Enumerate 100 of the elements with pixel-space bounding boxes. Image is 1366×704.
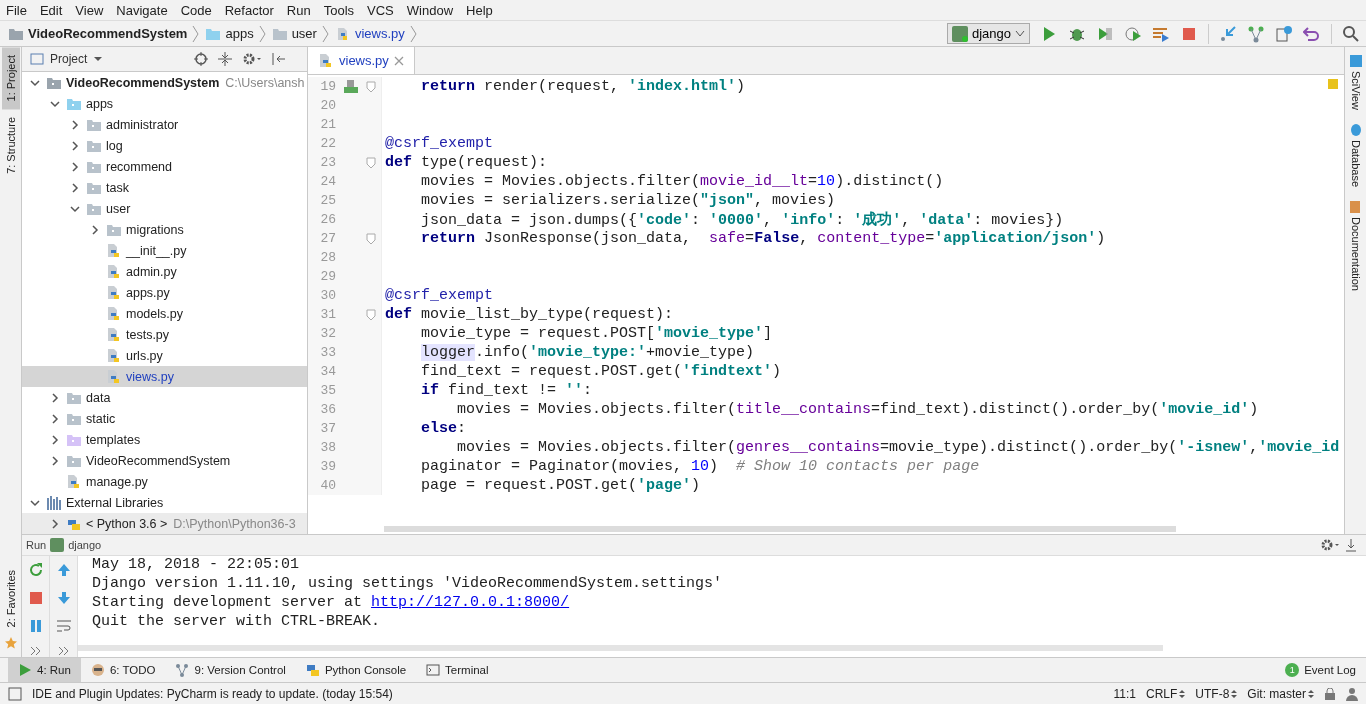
editor-tab[interactable]: views.py bbox=[308, 47, 415, 74]
breadcrumb-item[interactable]: views.py bbox=[334, 25, 405, 42]
menu-item[interactable]: Tools bbox=[323, 2, 355, 18]
profile-icon[interactable] bbox=[1124, 24, 1142, 43]
menu-item[interactable]: File bbox=[6, 2, 27, 18]
tree-item[interactable]: recommend bbox=[22, 156, 307, 177]
tool-window-tab[interactable]: Database bbox=[1349, 123, 1362, 188]
tree-item[interactable]: user bbox=[22, 198, 307, 219]
close-icon[interactable] bbox=[393, 55, 404, 66]
chevron-icon[interactable] bbox=[70, 140, 80, 151]
menu-item[interactable]: Refactor bbox=[224, 2, 274, 18]
tree-item[interactable]: static bbox=[22, 408, 307, 429]
menu-item[interactable]: Window bbox=[406, 2, 454, 18]
chevron-icon[interactable] bbox=[70, 203, 80, 214]
tree-item[interactable]: templates bbox=[22, 429, 307, 450]
tool-window-tab[interactable]: SciView bbox=[1349, 55, 1362, 110]
more-icon[interactable] bbox=[57, 646, 70, 656]
tool-window-tab[interactable]: 7: Structure bbox=[1, 109, 20, 183]
chevron-icon[interactable] bbox=[50, 98, 60, 109]
chevron-icon[interactable] bbox=[70, 161, 80, 172]
fold-marker-icon[interactable] bbox=[366, 232, 376, 245]
tree-item[interactable]: __init__.py bbox=[22, 240, 307, 261]
fold-marker-icon[interactable] bbox=[366, 80, 376, 93]
tree-item[interactable]: apps.py bbox=[22, 282, 307, 303]
fold-marker-icon[interactable] bbox=[366, 308, 376, 321]
chevron-icon[interactable] bbox=[30, 77, 40, 88]
tree-item[interactable]: < Python 3.6 > D:\Python\Python36-3 bbox=[22, 513, 307, 534]
line-separator-selector[interactable]: CRLF bbox=[1145, 686, 1186, 701]
run-configuration-dropdown[interactable]: django bbox=[946, 23, 1030, 44]
soft-wrap-icon[interactable] bbox=[55, 618, 72, 634]
chevron-icon[interactable] bbox=[50, 455, 60, 466]
down-arrow-icon[interactable] bbox=[55, 590, 72, 606]
tool-window-tab[interactable]: 2: Favorites bbox=[1, 561, 20, 635]
tree-item[interactable]: VideoRecommendSystem C:\Users\ansh bbox=[22, 72, 307, 93]
vcs-branch-selector[interactable]: Git: master bbox=[1247, 686, 1314, 701]
tree-item[interactable]: administrator bbox=[22, 114, 307, 135]
scrollbar[interactable] bbox=[78, 645, 1163, 651]
tree-item[interactable]: migrations bbox=[22, 219, 307, 240]
locate-icon[interactable] bbox=[194, 52, 208, 66]
tool-window-tab[interactable]: Terminal bbox=[416, 658, 499, 682]
tool-window-tab[interactable]: 4: Run bbox=[8, 658, 81, 682]
chevron-icon[interactable] bbox=[90, 224, 100, 235]
breadcrumb-item[interactable]: VideoRecommendSystem bbox=[8, 26, 188, 41]
tool-window-tab[interactable]: Python Console bbox=[295, 658, 417, 682]
menu-item[interactable]: Help bbox=[466, 2, 493, 18]
lock-icon[interactable] bbox=[1324, 687, 1336, 700]
panel-toggle-icon[interactable] bbox=[8, 686, 22, 701]
menu-item[interactable]: Run bbox=[286, 2, 311, 18]
tree-item[interactable]: views.py bbox=[22, 366, 307, 387]
chevron-icon[interactable] bbox=[50, 518, 60, 529]
settings-icon[interactable] bbox=[1320, 538, 1340, 552]
stop-icon[interactable] bbox=[27, 590, 44, 606]
chevron-icon[interactable] bbox=[50, 434, 60, 445]
tree-item[interactable]: task bbox=[22, 177, 307, 198]
search-icon[interactable] bbox=[1342, 24, 1360, 43]
fold-marker-icon[interactable] bbox=[366, 156, 376, 169]
settings-icon[interactable] bbox=[242, 52, 262, 66]
encoding-selector[interactable]: UTF-8 bbox=[1195, 686, 1238, 701]
tool-window-tab[interactable]: 9: Version Control bbox=[165, 658, 296, 682]
menu-item[interactable]: Edit bbox=[39, 2, 63, 18]
tree-item[interactable]: manage.py bbox=[22, 471, 307, 492]
vcs-commit-icon[interactable] bbox=[1247, 24, 1265, 43]
chevron-icon[interactable] bbox=[70, 119, 80, 130]
tool-window-tab[interactable]: 1: Project bbox=[1, 47, 20, 110]
pin-icon[interactable] bbox=[1344, 538, 1358, 552]
tree-item[interactable]: urls.py bbox=[22, 345, 307, 366]
event-log-tab[interactable]: 1 Event Log bbox=[1275, 658, 1366, 682]
tree-item[interactable]: log bbox=[22, 135, 307, 156]
history-icon[interactable] bbox=[1275, 24, 1293, 43]
vcs-update-icon[interactable] bbox=[1219, 24, 1237, 43]
more-icon[interactable] bbox=[29, 646, 42, 656]
collapse-icon[interactable] bbox=[218, 52, 232, 66]
rerun-icon[interactable] bbox=[27, 562, 44, 578]
revert-icon[interactable] bbox=[1303, 24, 1321, 43]
tree-item[interactable]: admin.py bbox=[22, 261, 307, 282]
gutter-marker-icon[interactable] bbox=[344, 79, 358, 94]
tool-window-tab[interactable]: 6: TODO bbox=[80, 658, 166, 682]
tree-item[interactable]: tests.py bbox=[22, 324, 307, 345]
tree-item[interactable]: apps bbox=[22, 93, 307, 114]
menu-item[interactable]: Code bbox=[180, 2, 212, 18]
tree-item[interactable]: External Libraries bbox=[22, 492, 307, 513]
chevron-icon[interactable] bbox=[70, 182, 80, 193]
chevron-icon[interactable] bbox=[50, 413, 60, 424]
scrollbar[interactable] bbox=[384, 526, 1176, 532]
chevron-icon[interactable] bbox=[30, 497, 40, 508]
breadcrumb-item[interactable]: apps bbox=[205, 26, 254, 41]
caret-position[interactable]: 11:1 bbox=[1113, 686, 1136, 701]
tree-item[interactable]: models.py bbox=[22, 303, 307, 324]
menu-item[interactable]: View bbox=[75, 2, 104, 18]
hide-icon[interactable] bbox=[272, 52, 286, 66]
up-arrow-icon[interactable] bbox=[55, 562, 72, 578]
person-icon[interactable] bbox=[1346, 686, 1358, 701]
tree-item[interactable]: data bbox=[22, 387, 307, 408]
menu-item[interactable]: VCS bbox=[367, 2, 394, 18]
tree-item[interactable]: VideoRecommendSystem bbox=[22, 450, 307, 471]
chevron-icon[interactable] bbox=[50, 392, 60, 403]
console-link[interactable]: http://127.0.0.1:8000/ bbox=[371, 594, 570, 611]
tool-window-tab[interactable]: Documentation bbox=[1349, 201, 1362, 292]
menu-item[interactable]: Navigate bbox=[116, 2, 168, 18]
breadcrumb-item[interactable]: user bbox=[271, 26, 317, 41]
